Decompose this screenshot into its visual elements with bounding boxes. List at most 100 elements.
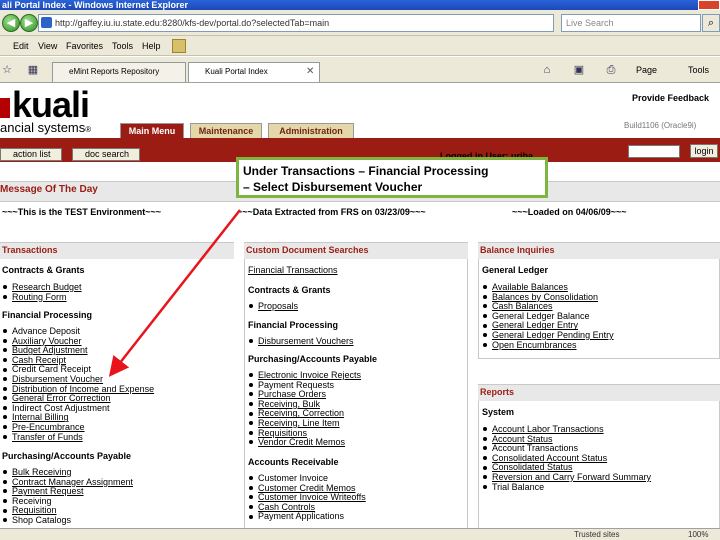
bullet	[249, 304, 253, 309]
list-item[interactable]: Trial Balance	[482, 482, 651, 493]
page-menu[interactable]: Page	[636, 65, 657, 75]
list-item[interactable]: Disbursement Vouchers	[248, 336, 354, 347]
tab-main-menu[interactable]: Main Menu	[120, 123, 184, 138]
link-vendor-credit-memos[interactable]: Vendor Credit Memos	[258, 437, 345, 447]
link-disbursement-voucher[interactable]: Disbursement Voucher	[12, 374, 103, 384]
link-balances-by-consolidation[interactable]: Balances by Consolidation	[492, 292, 598, 302]
backdoor-id-input[interactable]	[628, 145, 680, 158]
bullet	[3, 377, 7, 382]
link-financial-transactions[interactable]: Financial Transactions	[248, 265, 338, 276]
link-account-labor-transactions[interactable]: Account Labor Transactions	[492, 424, 604, 434]
tools-menu[interactable]: Tools	[688, 65, 709, 75]
link-cash-controls[interactable]: Cash Controls	[258, 502, 315, 512]
link-budget-adjustment[interactable]: Budget Adjustment	[12, 345, 88, 355]
link-requisition[interactable]: Requisition	[12, 505, 57, 516]
back-icon[interactable]: ◀	[2, 14, 20, 32]
close-tab-icon[interactable]: ✕	[306, 66, 314, 77]
bullet	[483, 455, 487, 460]
bullet	[483, 342, 487, 347]
list-item[interactable]: Routing Form	[2, 292, 82, 303]
menu-favorites[interactable]: Favorites	[66, 41, 103, 51]
address-bar[interactable]: http://gaffey.iu.iu.state.edu:8280/kfs-d…	[38, 14, 554, 32]
tab-maintenance[interactable]: Maintenance	[190, 123, 262, 138]
link-requisitions[interactable]: Requisitions	[258, 428, 307, 438]
close-icon[interactable]	[698, 0, 720, 10]
link-receiving[interactable]: Receiving	[12, 496, 52, 506]
link-payment-requests[interactable]: Payment Requests	[258, 380, 334, 390]
link-distribution-income-expense[interactable]: Distribution of Income and Expense	[12, 384, 154, 394]
section-ar-custom: Accounts Receivable	[248, 457, 339, 467]
link-credit-card-receipt[interactable]: Credit Card Receipt	[12, 364, 91, 375]
link-shop-catalogs[interactable]: Shop Catalogs	[12, 515, 71, 525]
list-item[interactable]: Transfer of Funds	[2, 432, 154, 443]
doc-search-button[interactable]: doc search	[72, 148, 140, 161]
action-list-button[interactable]: action list	[0, 148, 62, 161]
link-account-status[interactable]: Account Status	[492, 434, 553, 444]
list-item[interactable]: Shop Catalogs	[2, 515, 133, 526]
link-receiving-line-item[interactable]: Receiving, Line Item	[258, 418, 340, 428]
link-transfer-of-funds[interactable]: Transfer of Funds	[12, 432, 83, 442]
provide-feedback-link[interactable]: Provide Feedback	[632, 93, 709, 103]
list-contracts-grants: Research Budget Routing Form	[2, 282, 82, 303]
link-cash-receipt[interactable]: Cash Receipt	[12, 355, 66, 365]
list-pap-custom: Electronic Invoice Rejects Payment Reque…	[248, 370, 361, 448]
link-disbursement-vouchers[interactable]: Disbursement Vouchers	[258, 336, 354, 346]
link-bulk-receiving[interactable]: Bulk Receiving	[12, 467, 72, 477]
menu-tools[interactable]: Tools	[112, 41, 133, 51]
home-icon[interactable]: ⌂	[540, 63, 554, 77]
link-proposals[interactable]: Proposals	[258, 301, 298, 311]
link-auxiliary-voucher[interactable]: Auxiliary Voucher	[12, 336, 82, 346]
link-payment-request[interactable]: Payment Request	[12, 486, 84, 496]
link-open-encumbrances[interactable]: Open Encumbrances	[492, 340, 577, 350]
menu-view[interactable]: View	[38, 41, 57, 51]
link-customer-invoice-writeoffs[interactable]: Customer Invoice Writeoffs	[258, 492, 366, 502]
list-item[interactable]: Vendor Credit Memos	[248, 437, 361, 448]
tab-kuali-portal[interactable]: Kuali Portal Index	[188, 62, 320, 82]
link-internal-billing[interactable]: Internal Billing	[12, 412, 69, 423]
bullet	[249, 392, 253, 397]
quick-tabs-icon[interactable]: ▦	[26, 63, 40, 77]
login-button[interactable]: login	[690, 144, 718, 158]
link-purchase-orders[interactable]: Purchase Orders	[258, 389, 326, 399]
link-receiving-correction[interactable]: Receiving, Correction	[258, 408, 344, 419]
link-indirect-cost-adjustment[interactable]: Indirect Cost Adjustment	[12, 403, 110, 413]
search-input[interactable]: Live Search	[561, 14, 701, 32]
link-pre-encumbrance[interactable]: Pre-Encumbrance	[12, 422, 85, 432]
tab-emint-reports[interactable]: eMint Reports Repository	[52, 62, 186, 82]
list-item[interactable]: Open Encumbrances	[482, 340, 614, 351]
link-gl-pending-entry[interactable]: General Ledger Pending Entry	[492, 330, 614, 340]
link-customer-invoice[interactable]: Customer Invoice	[258, 473, 328, 483]
list-item[interactable]: Proposals	[248, 301, 298, 312]
print-icon[interactable]: ⎙	[604, 63, 618, 77]
list-item[interactable]: Payment Applications	[248, 512, 366, 522]
link-consolidated-status[interactable]: Consolidated Status	[492, 462, 573, 473]
link-contract-manager[interactable]: Contract Manager Assignment	[12, 477, 133, 487]
bullet	[3, 357, 7, 362]
link-consolidated-account-status[interactable]: Consolidated Account Status	[492, 453, 607, 463]
link-advance-deposit[interactable]: Advance Deposit	[12, 326, 80, 336]
tab-administration[interactable]: Administration	[268, 123, 354, 138]
forward-icon[interactable]: ▶	[20, 14, 38, 32]
link-account-transactions[interactable]: Account Transactions	[492, 443, 578, 453]
link-routing-form[interactable]: Routing Form	[12, 292, 67, 302]
link-gl-balance[interactable]: General Ledger Balance	[492, 311, 590, 321]
logo-mark	[0, 98, 10, 118]
favorites-star-icon[interactable]	[172, 39, 186, 53]
link-reversion-carry-forward[interactable]: Reversion and Carry Forward Summary	[492, 472, 651, 482]
feeds-icon[interactable]: ▣	[572, 63, 586, 77]
link-customer-credit-memos[interactable]: Customer Credit Memos	[258, 483, 356, 493]
link-research-budget[interactable]: Research Budget	[12, 282, 82, 292]
favorites-center-icon[interactable]: ☆	[0, 63, 14, 77]
link-trial-balance[interactable]: Trial Balance	[492, 482, 544, 492]
link-available-balances[interactable]: Available Balances	[492, 282, 568, 292]
link-cash-balances[interactable]: Cash Balances	[492, 301, 553, 311]
link-general-error-correction[interactable]: General Error Correction	[12, 393, 111, 403]
menu-help[interactable]: Help	[142, 41, 161, 51]
link-gl-entry[interactable]: General Ledger Entry	[492, 320, 578, 331]
link-payment-applications[interactable]: Payment Applications	[258, 511, 344, 522]
zoom-level[interactable]: 100%	[688, 530, 708, 539]
search-icon[interactable]: ⌕	[702, 14, 720, 32]
link-electronic-invoice-rejects[interactable]: Electronic Invoice Rejects	[258, 370, 361, 380]
menu-edit[interactable]: Edit	[13, 41, 29, 51]
link-receiving-bulk[interactable]: Receiving, Bulk	[258, 399, 320, 409]
